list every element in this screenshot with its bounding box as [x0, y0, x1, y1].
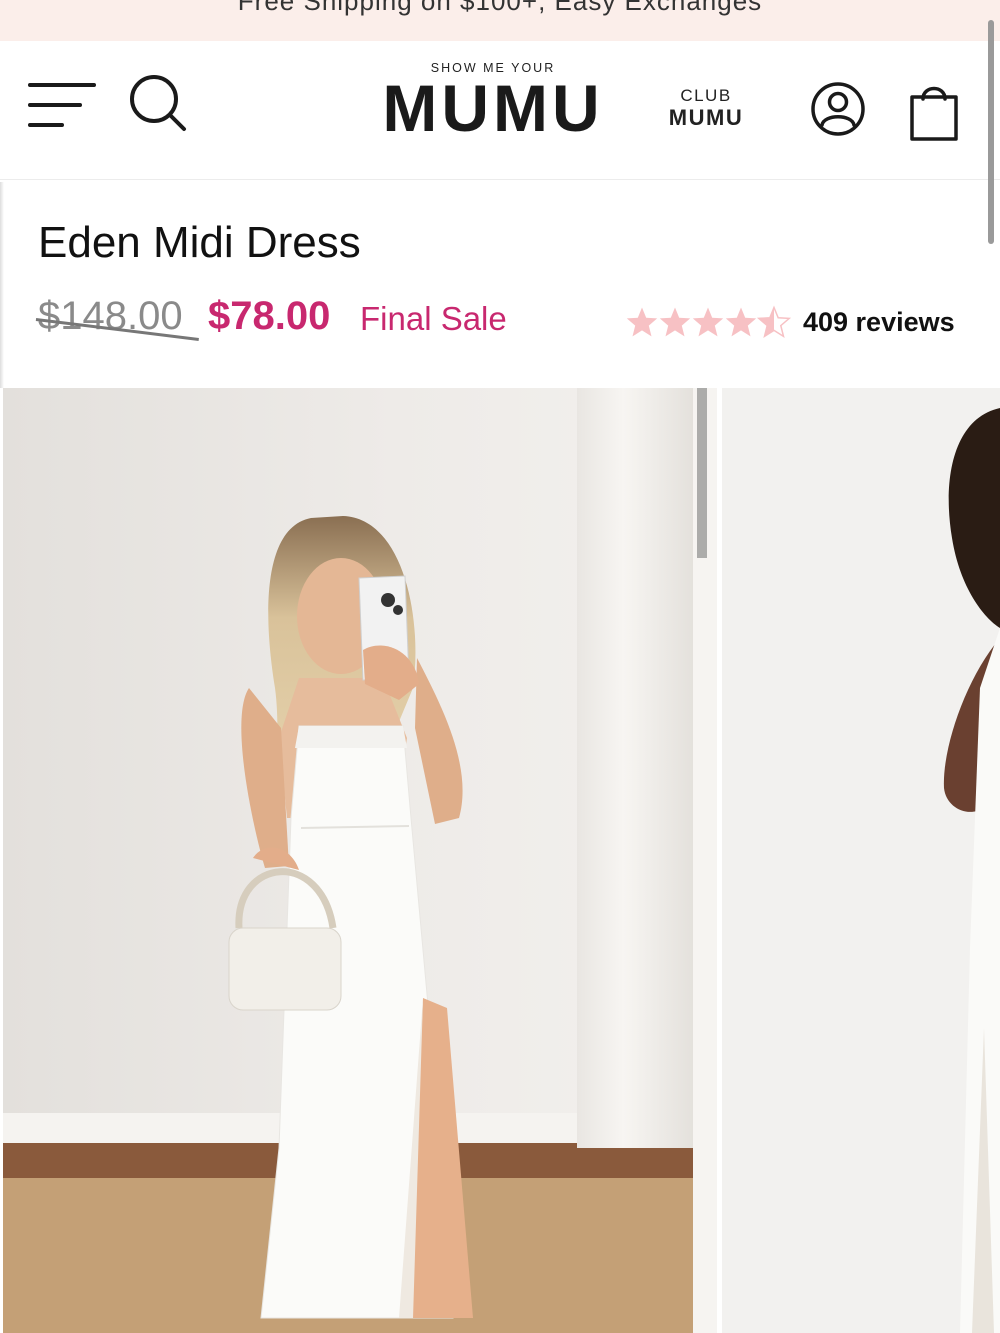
star-icon: [626, 307, 658, 337]
site-header: SHOW ME YOUR MUMU CLUB MUMU: [0, 41, 1000, 180]
model-photo: [722, 388, 1000, 1333]
brand-logo[interactable]: SHOW ME YOUR MUMU: [380, 61, 606, 145]
star-icon: [692, 307, 724, 337]
half-star-icon: [758, 306, 790, 338]
star-rating: [626, 306, 790, 338]
club-label-top: CLUB: [680, 86, 732, 105]
product-image-1[interactable]: [3, 388, 717, 1333]
original-price: $148.00: [35, 294, 199, 341]
promo-text: Free Shipping on $100+, Easy Exchanges: [237, 0, 763, 16]
star-icon: [659, 307, 691, 337]
original-price-text: $148.00: [38, 294, 183, 338]
product-image-2[interactable]: [722, 388, 1000, 1333]
menu-icon: [28, 83, 96, 127]
star-icon: [725, 307, 757, 337]
product-title: Eden Midi Dress: [38, 218, 361, 267]
panel-edge: [0, 182, 4, 388]
club-mumu-link[interactable]: CLUB MUMU: [664, 85, 748, 129]
sale-price: $78.00: [208, 294, 331, 338]
account-button[interactable]: [810, 81, 866, 137]
menu-button[interactable]: [28, 81, 96, 131]
mirror-selfie-photo: [3, 388, 717, 1333]
promo-banner[interactable]: Free Shipping on $100+, Easy Exchanges: [0, 0, 1000, 41]
club-label-bottom: MUMU: [668, 105, 744, 130]
final-sale-label: Final Sale: [360, 300, 507, 337]
cart-button[interactable]: [906, 79, 962, 143]
search-icon: [130, 75, 186, 131]
search-button[interactable]: [128, 73, 188, 133]
page-scrollbar[interactable]: [988, 20, 994, 244]
cart-icon: [910, 86, 958, 141]
logo-wordmark: MUMU: [382, 71, 604, 145]
review-count[interactable]: 409 reviews: [803, 307, 955, 338]
product-gallery[interactable]: [0, 388, 1000, 1333]
account-icon: [811, 82, 865, 136]
